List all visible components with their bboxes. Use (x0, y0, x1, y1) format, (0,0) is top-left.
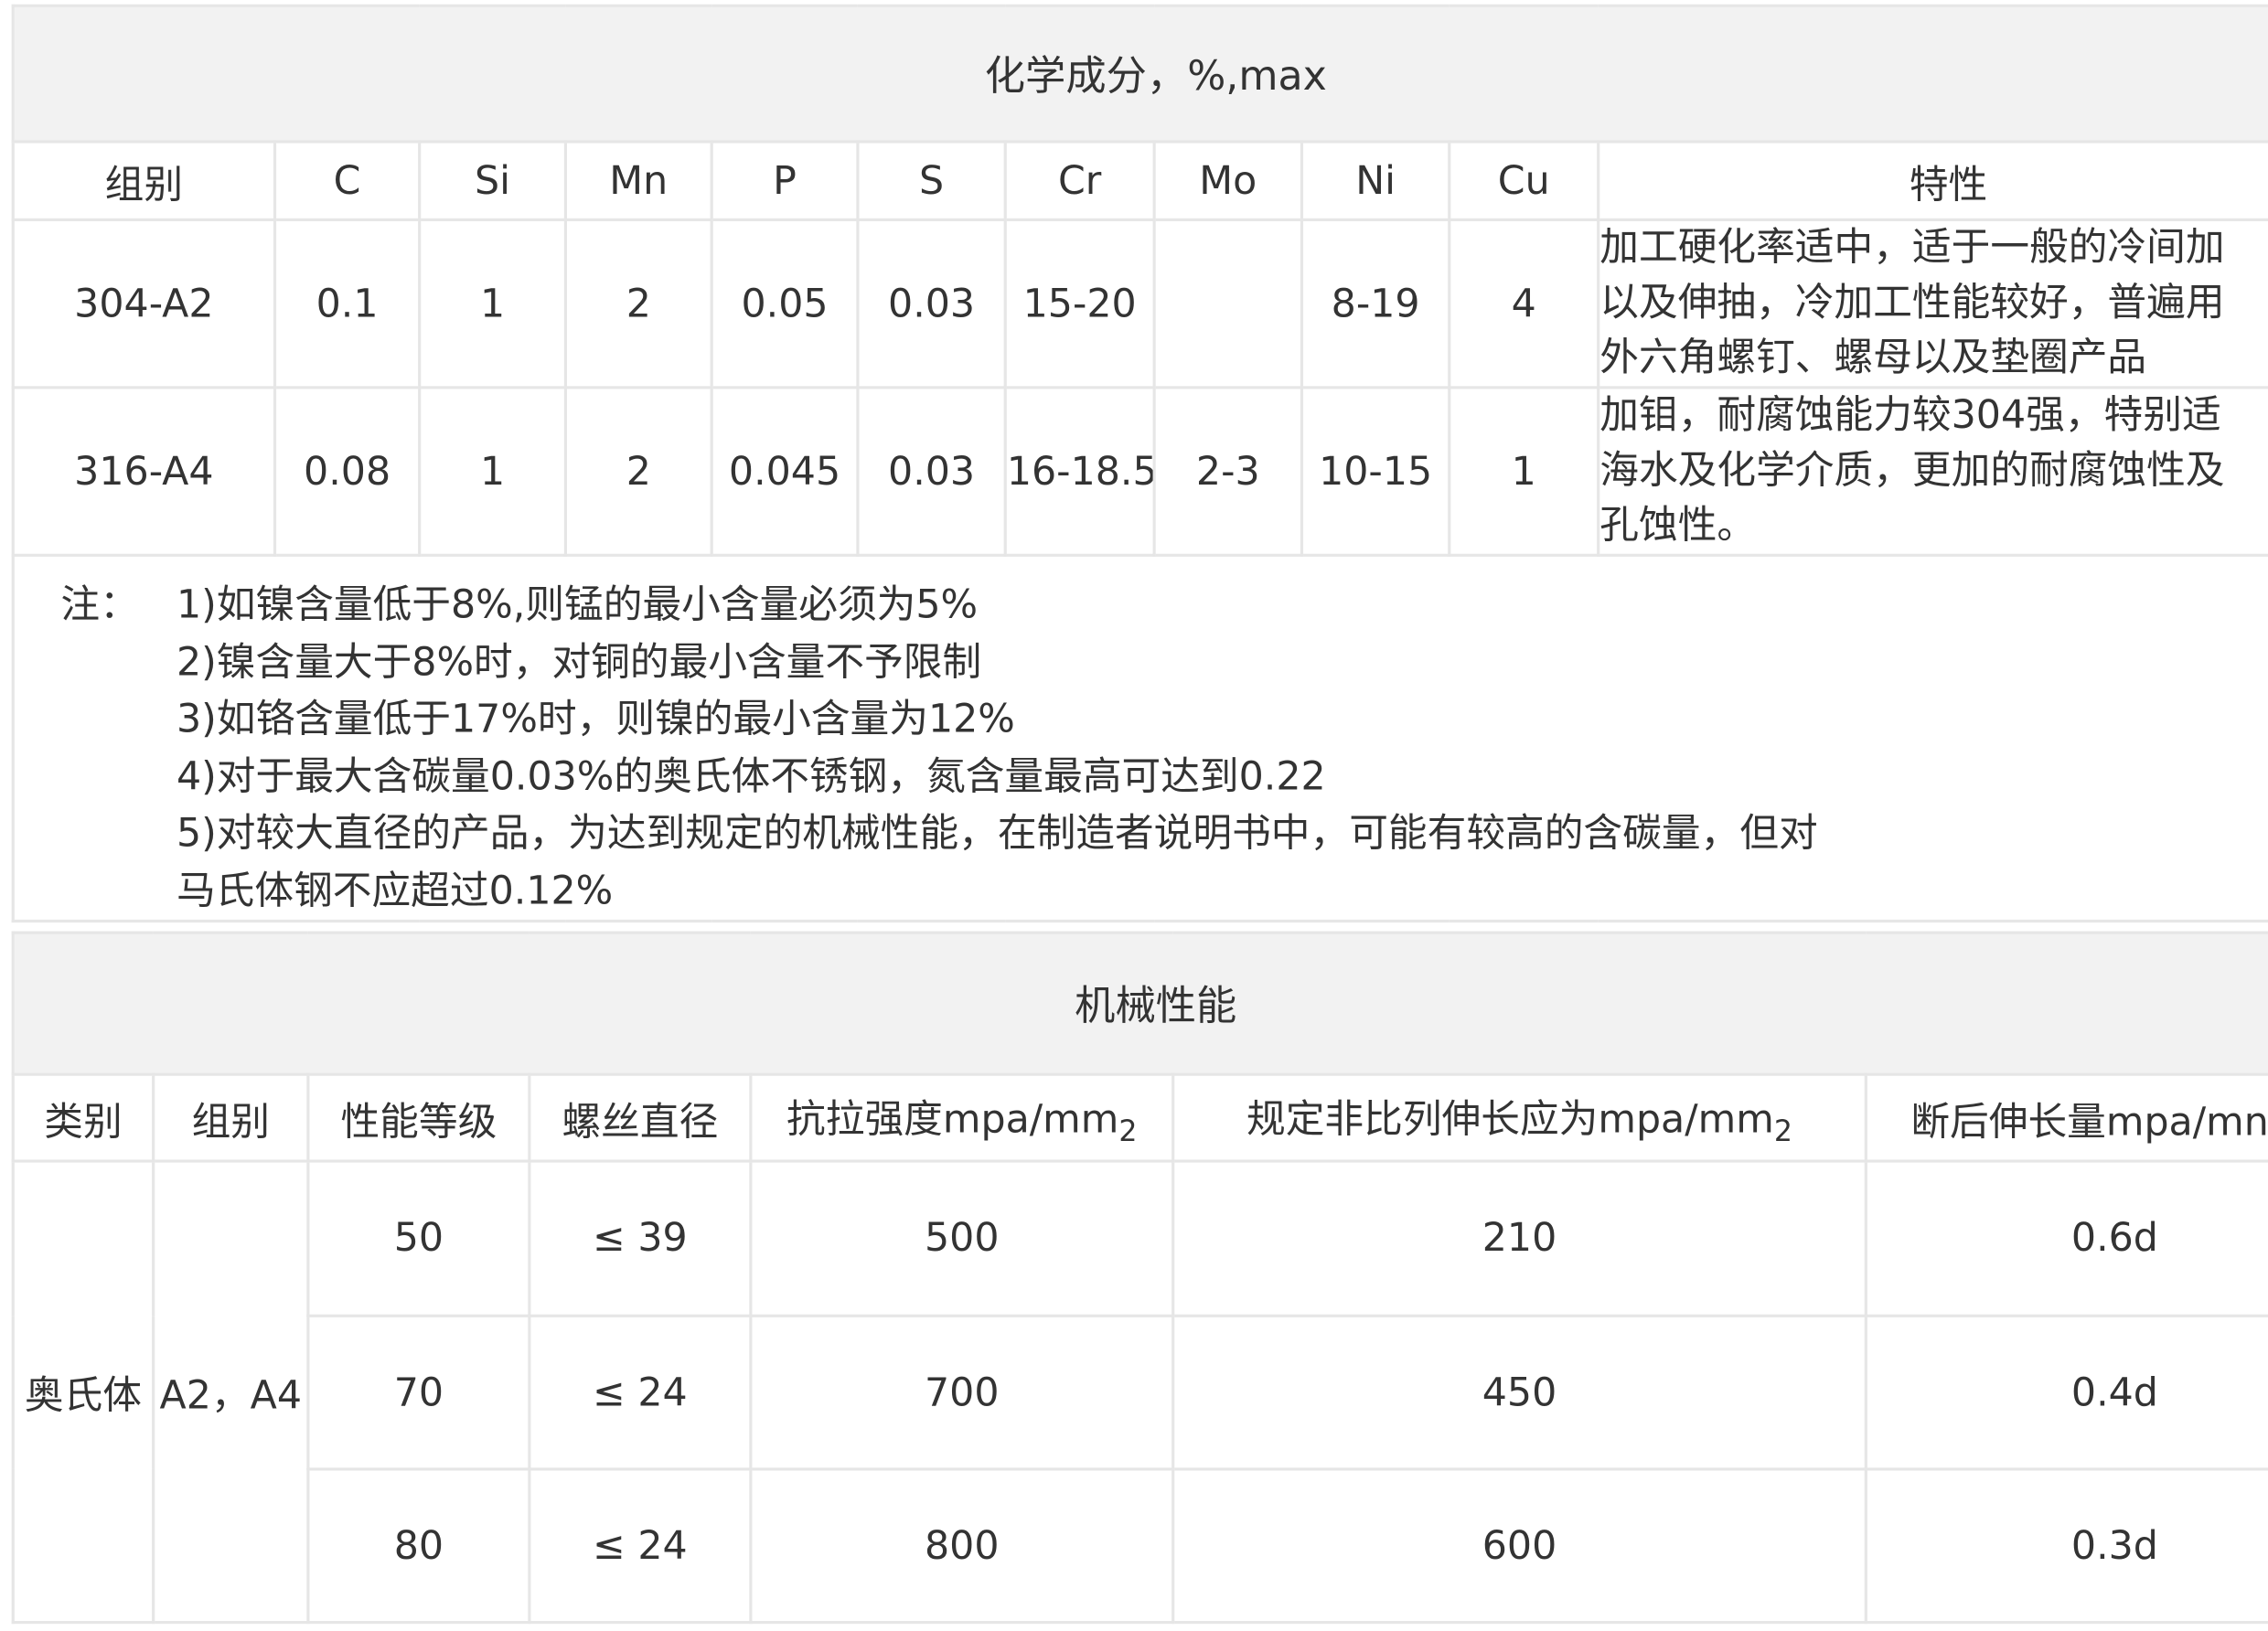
property-description: 加工硬化率适中，适于一般的冷间加 以及伸抽，冷加工性能较好，普遍用 外六角螺钉、… (1597, 218, 2268, 389)
header-text: 规定非比列伸长应为mpa/mm (1246, 1097, 1774, 1143)
value-cell: 0.03 (856, 386, 1007, 557)
header-cell: Ni (1300, 140, 1451, 221)
grade-cell: 304-A2 (11, 218, 277, 389)
value-cell: 0.1 (273, 218, 422, 389)
grade-cell: 50 (306, 1159, 531, 1317)
chem-header-row: 组别 C Si Mn P S Cr Mo Ni Cu 特性 (11, 140, 2268, 221)
header-cell-tensile: 抗拉强度mpa/mm2 (749, 1072, 1175, 1163)
yield-cell: 600 (1171, 1467, 1867, 1625)
value-cell: 8-19 (1300, 218, 1451, 389)
table-row: 316-A4 0.08 1 2 0.045 0.03 16-18.5 2-3 1… (11, 386, 2268, 557)
note-line: 2)镍含量大于8%时，对铜的最小含量不予限制 (176, 639, 982, 685)
header-cell: S (856, 140, 1007, 221)
description-line: 孔蚀性。 (1599, 503, 1757, 549)
value-cell: 4 (1448, 218, 1600, 389)
value-cell: 0.05 (710, 218, 860, 389)
note-line: 1)如镍含量低于8%,则锰的最小含量必须为5% (176, 582, 979, 628)
value-cell: 1 (418, 386, 567, 557)
yield-cell: 210 (1171, 1159, 1867, 1317)
tensile-cell: 800 (749, 1467, 1175, 1625)
header-cell: C (273, 140, 422, 221)
notes-section: 注： 1)如镍含量低于8%,则锰的最小含量必须为5% 2)镍含量大于8%时，对铜… (11, 553, 2268, 923)
elongation-cell: 0.6d (1864, 1159, 2268, 1317)
description-line: 外六角螺钉、螺母以及垫圈产品 (1599, 335, 2147, 380)
header-cell: Cr (1003, 140, 1156, 221)
notes-label: 注： (60, 582, 139, 628)
value-cell (1152, 218, 1304, 389)
note-line: 4)对于最大含碳量0.03%的奥氏体不锈钢，氮含量最高可达到0.22 (176, 753, 1326, 799)
value-cell: 2 (563, 218, 713, 389)
header-cell: Si (418, 140, 567, 221)
description-line: 加工硬化率适中，适于一般的冷间加 (1599, 225, 2225, 271)
description-line: 海水及化学介质，更加的耐腐蚀性及 (1599, 448, 2225, 494)
table-row: 80 ≤ 24 800 600 0.3d (13, 1467, 2268, 1625)
header-cell: 组别 (11, 140, 277, 221)
group-cell: A2，A4 (152, 1159, 310, 1625)
value-cell: 1 (1448, 386, 1600, 557)
category-cell: 奥氏体 (11, 1159, 155, 1625)
value-cell: 0.08 (273, 386, 422, 557)
diameter-cell: ≤ 24 (528, 1314, 753, 1471)
grade-cell: 70 (306, 1314, 531, 1471)
subscript: 2 (1118, 1113, 1138, 1148)
mech-header-row: 类别 组别 性能等级 螺丝直径 抗拉强度mpa/mm2 规定非比列伸长应为mpa… (11, 1072, 2268, 1163)
notes-list: 1)如镍含量低于8%,则锰的最小含量必须为5% 2)镍含量大于8%时，对铜的最小… (176, 577, 2268, 918)
table-row: 70 ≤ 24 700 450 0.4d (13, 1314, 2268, 1471)
value-cell: 2 (563, 386, 713, 557)
value-cell: 10-15 (1300, 386, 1451, 557)
header-text: 抗拉强度mpa/mm (786, 1097, 1119, 1143)
table-row: 304-A2 0.1 1 2 0.05 0.03 15-20 8-19 4 加工… (11, 218, 2268, 389)
chemical-composition-table: 化学成分，%,max 组别 C Si Mn P S Cr Mo Ni Cu 特性… (11, 4, 2268, 923)
diameter-cell: ≤ 39 (528, 1159, 753, 1317)
description-line: 以及伸抽，冷加工性能较好，普遍用 (1599, 280, 2225, 325)
value-cell: 16-18.5 (1003, 386, 1156, 557)
yield-cell: 450 (1171, 1314, 1867, 1471)
elongation-cell: 0.4d (1864, 1314, 2268, 1471)
property-description: 加钼，耐腐蚀能力较304强，特别适 海水及化学介质，更加的耐腐蚀性及 孔蚀性。 (1597, 386, 2268, 557)
header-cell: P (710, 140, 860, 221)
header-cell-grade: 性能等级 (306, 1072, 531, 1163)
header-cell: Mo (1152, 140, 1304, 221)
value-cell: 1 (418, 218, 567, 389)
description-line: 加钼，耐腐蚀能力较304强，特别适 (1599, 393, 2221, 439)
value-cell: 2-3 (1152, 386, 1304, 557)
header-cell: 特性 (1597, 140, 2268, 221)
header-cell: Mn (563, 140, 713, 221)
header-cell-diameter: 螺丝直径 (528, 1072, 753, 1163)
elongation-cell: 0.3d (1864, 1467, 2268, 1625)
header-cell-group: 组别 (152, 1072, 310, 1163)
value-cell: 0.045 (710, 386, 860, 557)
chem-table-title: 化学成分，%,max (11, 4, 2268, 144)
header-cell-elongation: 断后伸长量mpa/mn (1864, 1072, 2268, 1163)
document-page: 化学成分，%,max 组别 C Si Mn P S Cr Mo Ni Cu 特性… (0, 0, 2268, 1631)
note-line: 3)如铬含量低于17%时，则镍的最小含量为12% (176, 697, 1015, 742)
value-cell: 0.03 (856, 218, 1007, 389)
tensile-cell: 500 (749, 1159, 1175, 1317)
mechanical-properties-table: 机械性能 类别 组别 性能等级 螺丝直径 抗拉强度mpa/mm2 规定非比列伸长… (11, 931, 2268, 1625)
note-line: 5)对较大直径的产品，为达到规定的机械性能，在制造者说明书中，可能有较高的含碳量… (176, 811, 1818, 857)
header-cell-yield: 规定非比列伸长应为mpa/mm2 (1171, 1072, 1867, 1163)
subscript: 2 (1773, 1113, 1792, 1148)
grade-cell: 316-A4 (11, 386, 277, 557)
note-line: 马氏体钢不应超过0.12% (176, 868, 614, 913)
diameter-cell: ≤ 24 (528, 1467, 753, 1625)
table-row: 奥氏体 A2，A4 50 ≤ 39 500 210 0.6d (11, 1159, 2268, 1625)
tensile-cell: 700 (749, 1314, 1175, 1471)
value-cell: 15-20 (1003, 218, 1156, 389)
grade-cell: 80 (306, 1467, 531, 1625)
header-cell: Cu (1448, 140, 1600, 221)
mech-table-title: 机械性能 (11, 931, 2268, 1076)
header-cell-category: 类别 (11, 1072, 155, 1163)
